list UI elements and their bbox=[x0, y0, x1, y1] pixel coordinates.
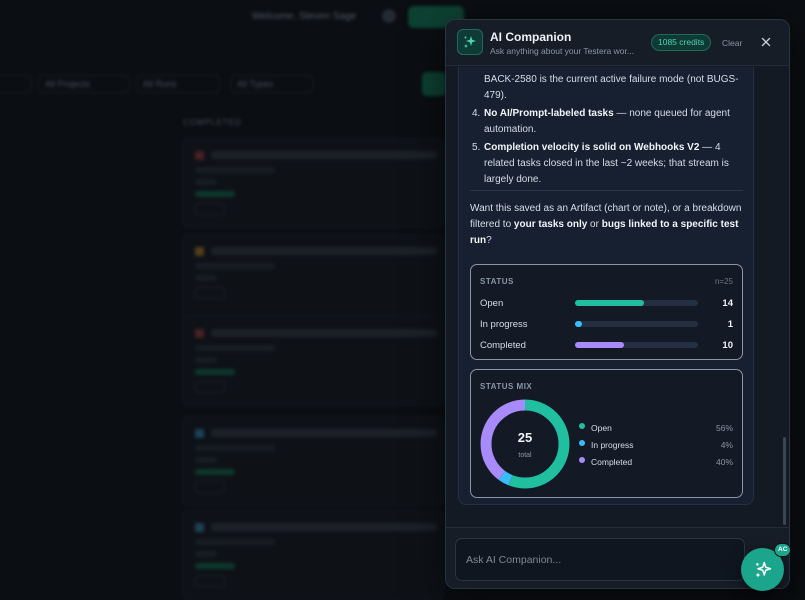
status-mix-card: STATUS MIX 25 total Open 56% In progress bbox=[470, 369, 743, 498]
legend-dot bbox=[579, 440, 585, 446]
filter-projects: All Projects bbox=[38, 75, 130, 93]
filter-runs: All Runs bbox=[136, 75, 220, 93]
status-bar-track bbox=[575, 342, 698, 348]
status-row-label: In progress bbox=[480, 319, 528, 330]
status-row-value: 14 bbox=[722, 298, 733, 309]
status-row: Completed 10 bbox=[480, 338, 733, 352]
status-row-value: 10 bbox=[722, 340, 733, 351]
status-bar-track bbox=[575, 321, 698, 327]
filter-placeholder bbox=[0, 75, 32, 93]
list-item-number: 4. bbox=[472, 108, 481, 119]
welcome-text: Welcome, Steven Sage bbox=[252, 11, 357, 22]
task-card bbox=[182, 138, 444, 228]
follow-up-bold: your tasks only bbox=[513, 219, 588, 230]
legend-item: Completed 40% bbox=[579, 454, 733, 467]
status-row-value: 1 bbox=[727, 319, 733, 330]
follow-up-question: Want this saved as an Artifact (chart or… bbox=[470, 201, 743, 249]
sparkles-icon bbox=[755, 561, 771, 577]
task-card bbox=[182, 510, 444, 600]
task-card bbox=[182, 316, 444, 406]
close-icon[interactable] bbox=[759, 35, 773, 49]
filter-apply-button bbox=[422, 72, 446, 96]
column-heading-completed: COMPLETED bbox=[183, 118, 242, 127]
status-row-label: Open bbox=[480, 298, 504, 309]
donut-total: 25 bbox=[517, 430, 533, 445]
list-item-bold: Completion velocity is solid on Webhooks… bbox=[484, 142, 700, 153]
chat-body[interactable]: BACK-2580 is the current active failure … bbox=[446, 67, 789, 527]
donut-center: 25 total bbox=[478, 397, 572, 491]
legend-percent: 40% bbox=[715, 457, 733, 467]
status-row-label: Completed bbox=[480, 340, 526, 351]
filter-types: All Types bbox=[230, 75, 314, 93]
list-item-bold: No AI/Prompt-labeled tasks bbox=[484, 108, 614, 119]
donut-total-label: total bbox=[518, 452, 532, 459]
legend-item: In progress 4% bbox=[579, 437, 733, 450]
list-item: 5. Completion velocity is solid on Webho… bbox=[472, 140, 743, 188]
legend-label: Completed bbox=[591, 457, 633, 467]
legend-label: Open bbox=[591, 423, 612, 433]
status-card: STATUS n=25 Open 14 In progress 1 Comple… bbox=[470, 264, 743, 360]
panel-title: AI Companion bbox=[490, 30, 572, 44]
list-item-text: BACK-2580 is the current active failure … bbox=[484, 74, 739, 101]
sparkles-icon bbox=[457, 29, 483, 55]
clear-button[interactable]: Clear bbox=[722, 38, 742, 48]
legend-dot bbox=[579, 457, 585, 463]
follow-up-text: ? bbox=[486, 235, 492, 246]
status-bar-open bbox=[575, 300, 644, 306]
legend-item: Open 56% bbox=[579, 420, 733, 433]
status-card-count: n=25 bbox=[714, 277, 733, 286]
panel-footer bbox=[446, 527, 789, 588]
panel-subtitle: Ask anything about your Testera wor... bbox=[490, 46, 634, 56]
ask-input[interactable] bbox=[455, 538, 745, 581]
list-item: 4. No AI/Prompt-labeled tasks — none que… bbox=[472, 106, 743, 138]
follow-up-text: or bbox=[587, 219, 602, 230]
task-card bbox=[182, 416, 444, 506]
status-row: In progress 1 bbox=[480, 317, 733, 331]
status-bar-completed bbox=[575, 342, 625, 348]
credits-badge: 1085 credits bbox=[651, 34, 712, 51]
task-card bbox=[182, 234, 444, 324]
status-card-label: STATUS bbox=[480, 277, 514, 286]
message-divider bbox=[470, 190, 743, 191]
legend-dot bbox=[579, 423, 585, 429]
status-bar-in-progress bbox=[575, 321, 583, 327]
legend-percent: 56% bbox=[715, 423, 733, 433]
avatar bbox=[382, 9, 396, 23]
chat-scrollbar[interactable] bbox=[783, 437, 786, 525]
status-bar-track bbox=[575, 300, 698, 306]
legend-percent: 4% bbox=[720, 440, 733, 450]
legend-label: In progress bbox=[591, 440, 634, 450]
panel-header: AI Companion Ask anything about your Tes… bbox=[446, 20, 789, 66]
status-mix-label: STATUS MIX bbox=[480, 382, 533, 391]
status-row: Open 14 bbox=[480, 296, 733, 310]
list-item-number: 5. bbox=[472, 142, 481, 153]
assistant-message: BACK-2580 is the current active failure … bbox=[458, 67, 754, 505]
ai-companion-panel: AI Companion Ask anything about your Tes… bbox=[445, 19, 790, 589]
fab-badge: AC bbox=[774, 543, 792, 557]
list-item: BACK-2580 is the current active failure … bbox=[484, 72, 743, 104]
